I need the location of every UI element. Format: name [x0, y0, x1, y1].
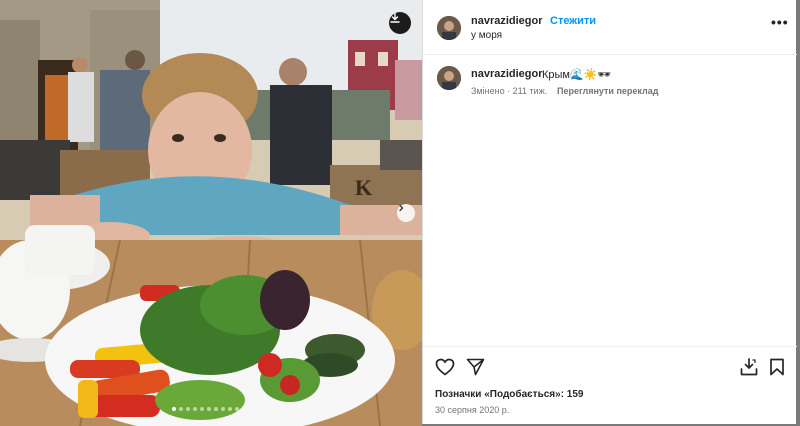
send-icon: [466, 358, 485, 376]
post-image[interactable]: K: [0, 0, 422, 426]
download-button[interactable]: [389, 12, 411, 34]
share-button[interactable]: [466, 358, 485, 381]
avatar-image: [437, 16, 461, 40]
bookmark-button[interactable]: [769, 358, 785, 381]
caption-username[interactable]: navrazidiegor: [471, 68, 543, 80]
download-tray-icon: [740, 358, 758, 376]
carousel-dot: [207, 407, 211, 411]
post-modal: K navrazidiegor Стежити у моря ••• navra…: [0, 0, 800, 426]
see-translation-link[interactable]: Переглянути переклад: [557, 86, 658, 96]
carousel-dot: [200, 407, 204, 411]
more-options-button[interactable]: •••: [771, 14, 789, 30]
post-author-username[interactable]: navrazidiegor: [471, 15, 543, 27]
svg-text:K: K: [355, 175, 372, 200]
post-date: 30 серпня 2020 р.: [435, 405, 510, 415]
carousel-dot: [221, 407, 225, 411]
post-header: navrazidiegor • Стежити у моря •••: [423, 0, 797, 55]
carousel-dot: [228, 407, 232, 411]
post-side-panel: navrazidiegor • Стежити у моря ••• navra…: [422, 0, 797, 424]
post-location[interactable]: у моря: [471, 30, 502, 41]
photo-illustration: K: [0, 0, 422, 426]
caption-text: Крым🌊☀️🕶: [542, 69, 612, 81]
caption-avatar[interactable]: [437, 66, 461, 90]
likes-count[interactable]: Позначки «Подобається»: 159: [435, 389, 583, 400]
carousel-dot: [172, 407, 176, 411]
carousel-dot: [193, 407, 197, 411]
carousel-indicator: [172, 407, 239, 411]
carousel-dot: [186, 407, 190, 411]
carousel-dot: [214, 407, 218, 411]
carousel-next-button[interactable]: [397, 204, 415, 222]
follow-button[interactable]: Стежити: [550, 15, 596, 27]
carousel-dot: [235, 407, 239, 411]
carousel-dot: [179, 407, 183, 411]
bookmark-icon: [770, 358, 784, 376]
avatar-image: [437, 66, 461, 90]
heart-icon: [435, 358, 455, 376]
post-actions: Позначки «Подобається»: 159 30 серпня 20…: [423, 346, 797, 424]
download-icon: [390, 12, 400, 23]
like-button[interactable]: [435, 358, 455, 381]
avatar[interactable]: [437, 16, 461, 40]
caption-edited-time: Змінено · 211 тиж.: [471, 86, 548, 96]
chevron-right-icon: [399, 204, 404, 212]
save-to-collection-button[interactable]: [739, 357, 759, 382]
